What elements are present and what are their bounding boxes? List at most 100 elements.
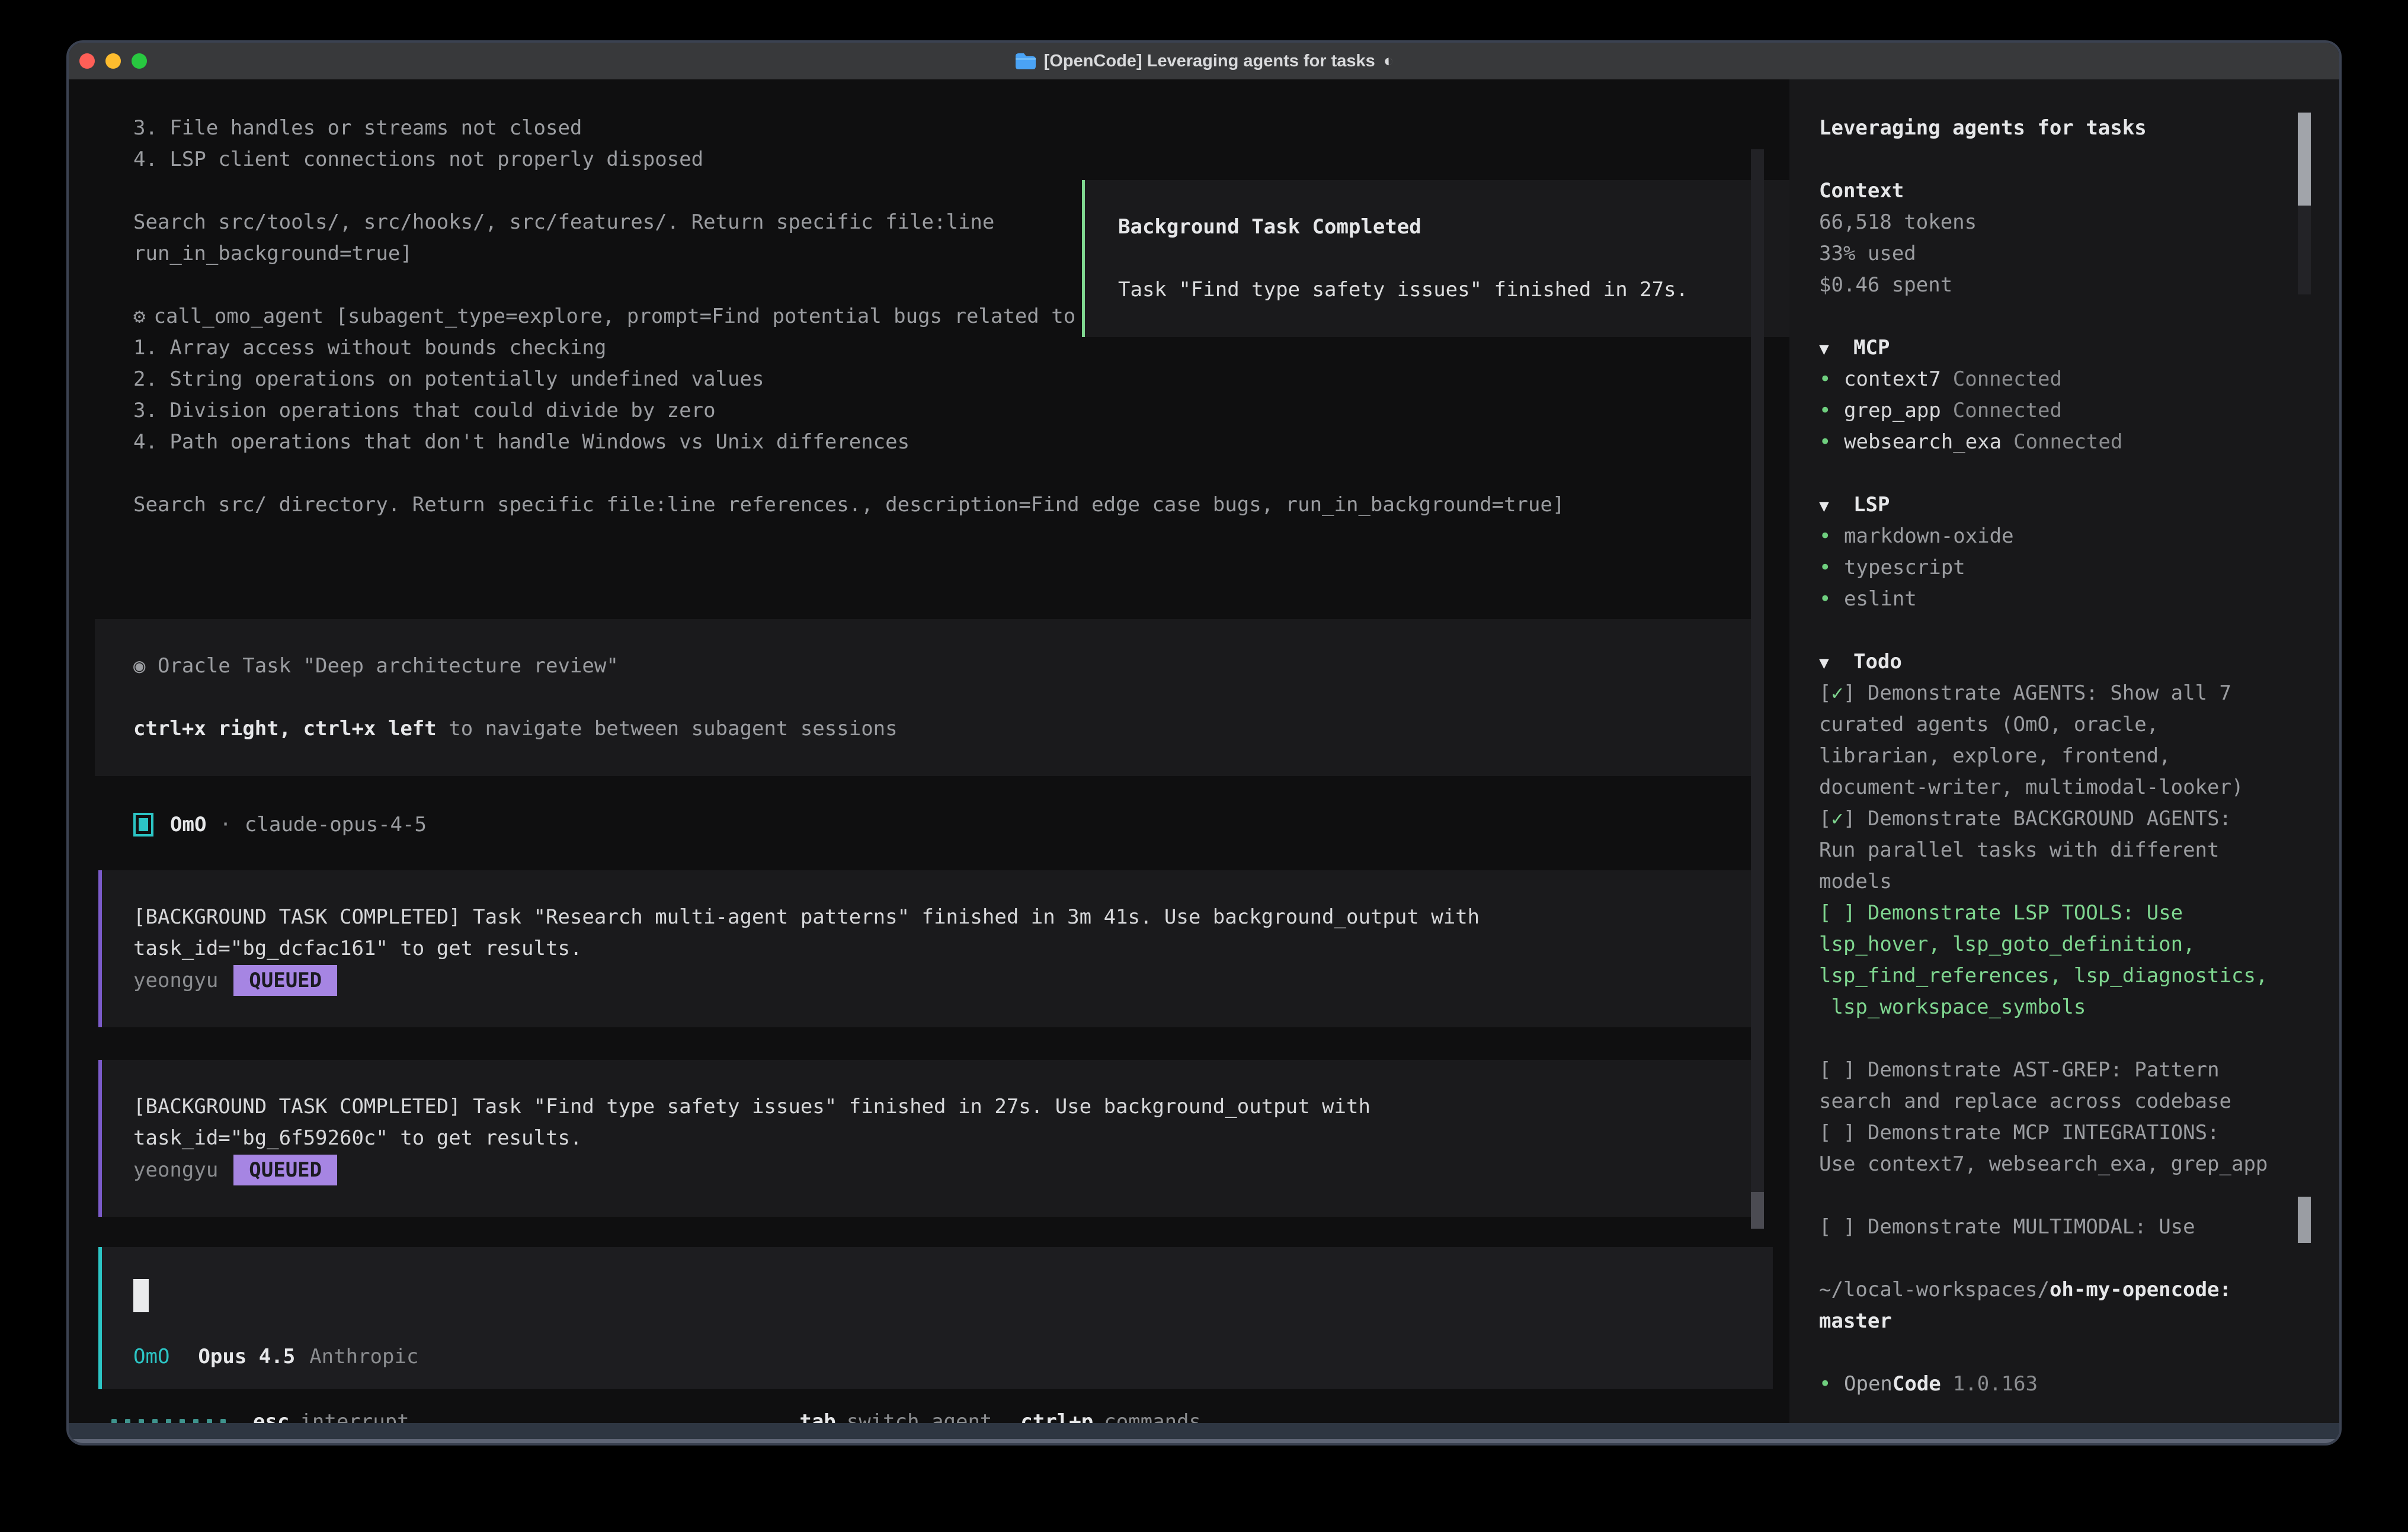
subagent-nav-hint: ctrl+x right, ctrl+x left to navigate be… bbox=[133, 713, 1751, 745]
chat-scrollbar-thumb[interactable] bbox=[1751, 1192, 1764, 1229]
chevron-down-icon: ▼ bbox=[1819, 647, 1853, 678]
todo-line: librarian, explore, frontend, bbox=[1819, 741, 2299, 772]
input-model: Opus 4.5 bbox=[198, 1345, 295, 1368]
task-result-line: [BACKGROUND TASK COMPLETED] Task "Find t… bbox=[133, 1091, 1751, 1123]
todo-line: [✓] Demonstrate BACKGROUND AGENTS: bbox=[1819, 803, 2299, 835]
status-dot-icon: • bbox=[1819, 521, 1844, 552]
queued-badge: QUEUED bbox=[233, 1155, 337, 1185]
chevron-down-icon: ▼ bbox=[1819, 490, 1853, 521]
todo-line-active: lsp_hover, lsp_goto_definition, bbox=[1819, 929, 2299, 960]
task-user: yeongyu bbox=[133, 1158, 218, 1182]
todo-line: models bbox=[1819, 866, 2299, 898]
mcp-item: •context7Connected bbox=[1819, 364, 2299, 395]
status-dot-icon: • bbox=[1819, 1368, 1844, 1400]
todo-line: search and replace across codebase bbox=[1819, 1086, 2299, 1117]
window-title-text: [OpenCode] Leveraging agents for tasks bbox=[1044, 52, 1375, 71]
status-dot-icon: • bbox=[1819, 364, 1844, 395]
opencode-version: •OpenCode1.0.163 bbox=[1819, 1368, 2299, 1400]
window-bottom-edge bbox=[69, 1423, 2339, 1443]
toast-title: Background Task Completed bbox=[1118, 211, 1822, 243]
scrollback-line: Search src/ directory. Return specific f… bbox=[133, 489, 1703, 521]
scrollback-line: 3. File handles or streams not closed bbox=[133, 113, 1703, 144]
traffic-lights bbox=[69, 53, 147, 69]
todo-line: Run parallel tasks with different bbox=[1819, 835, 2299, 866]
todo-line: [ ] Demonstrate AST-GREP: Pattern bbox=[1819, 1055, 2299, 1086]
queued-badge: QUEUED bbox=[233, 965, 337, 996]
text-cursor bbox=[133, 1279, 149, 1312]
context-tokens: 66,518 tokens bbox=[1819, 207, 2299, 238]
desktop: [OpenCode] Leveraging agents for tasks ◐… bbox=[0, 0, 2408, 1532]
task-result-line: [BACKGROUND TASK COMPLETED] Task "Resear… bbox=[133, 902, 1751, 933]
check-icon: ✓ bbox=[1831, 807, 1843, 831]
task-user: yeongyu bbox=[133, 969, 218, 992]
input-provider: Anthropic bbox=[309, 1345, 418, 1368]
lsp-item: •typescript bbox=[1819, 552, 2299, 584]
close-button[interactable] bbox=[79, 53, 95, 69]
input-agent: OmO bbox=[133, 1345, 169, 1368]
agent-model: claude-opus-4-5 bbox=[245, 813, 427, 836]
prompt-input[interactable]: OmO Opus 4.5 Anthropic bbox=[98, 1247, 1773, 1389]
task-result-line: task_id="bg_6f59260c" to get results. bbox=[133, 1123, 1751, 1154]
todo-line-active: lsp_find_references, lsp_diagnostics, bbox=[1819, 960, 2299, 992]
task-meta: yeongyu QUEUED bbox=[133, 964, 1751, 996]
agent-square-icon bbox=[133, 813, 153, 836]
input-meta: OmO Opus 4.5 Anthropic bbox=[133, 1341, 1773, 1372]
todo-line-active: lsp_workspace_symbols bbox=[1819, 992, 2299, 1023]
todo-line: [ ] Demonstrate MCP INTEGRATIONS: bbox=[1819, 1117, 2299, 1149]
chat-pane: 3. File handles or streams not closed 4.… bbox=[69, 79, 1789, 1423]
context-used: 33% used bbox=[1819, 238, 2299, 270]
todo-scrollbar-thumb[interactable] bbox=[2298, 1197, 2311, 1243]
sidebar-scrollbar-thumb[interactable] bbox=[2298, 113, 2311, 206]
todo-section-header[interactable]: ▼Todo bbox=[1819, 646, 2299, 678]
mcp-item: •websearch_exaConnected bbox=[1819, 427, 2299, 458]
session-title: Leveraging agents for tasks bbox=[1819, 113, 2299, 144]
folder-icon bbox=[1014, 52, 1036, 70]
todo-line: document-writer, multimodal-looker) bbox=[1819, 772, 2299, 803]
task-result-line: task_id="bg_dcfac161" to get results. bbox=[133, 933, 1751, 964]
sidebar: Leveraging agents for tasks Context 66,5… bbox=[1789, 79, 2339, 1423]
window-title: [OpenCode] Leveraging agents for tasks ◐ bbox=[69, 43, 2339, 79]
mcp-section-header[interactable]: ▼MCP bbox=[1819, 332, 2299, 364]
lsp-item: •eslint bbox=[1819, 584, 2299, 615]
todo-line: [ ] Demonstrate MULTIMODAL: Use bbox=[1819, 1212, 2299, 1243]
lsp-item: •markdown-oxide bbox=[1819, 521, 2299, 552]
sidebar-content: Leveraging agents for tasks Context 66,5… bbox=[1819, 113, 2299, 1400]
scrollback-line: 4. Path operations that don't handle Win… bbox=[133, 427, 1703, 458]
context-spent: $0.46 spent bbox=[1819, 270, 2299, 301]
check-icon: ✓ bbox=[1831, 681, 1843, 705]
task-meta: yeongyu QUEUED bbox=[133, 1154, 1751, 1185]
background-task-result: [BACKGROUND TASK COMPLETED] Task "Find t… bbox=[98, 1060, 1751, 1217]
oracle-task-title: ◉ Oracle Task "Deep architecture review" bbox=[133, 650, 1751, 682]
agent-header: OmO · claude-opus-4-5 bbox=[133, 809, 427, 840]
toast-body: Task "Find type safety issues" finished … bbox=[1118, 274, 1822, 306]
scrollback-line: 3. Division operations that could divide… bbox=[133, 395, 1703, 427]
todo-line: curated agents (OmO, oracle, bbox=[1819, 709, 2299, 741]
lsp-section-header[interactable]: ▼LSP bbox=[1819, 489, 2299, 521]
status-dot-icon: • bbox=[1819, 427, 1844, 458]
fisheye-icon: ◉ bbox=[133, 654, 145, 678]
background-task-result: [BACKGROUND TASK COMPLETED] Task "Resear… bbox=[98, 870, 1751, 1027]
minimize-button[interactable] bbox=[105, 53, 121, 69]
zoom-button[interactable] bbox=[132, 53, 147, 69]
chevron-down-icon: ▼ bbox=[1819, 333, 1853, 364]
todo-line: Use context7, websearch_exa, grep_app bbox=[1819, 1149, 2299, 1180]
todo-line-active: [ ] Demonstrate LSP TOOLS: Use bbox=[1819, 898, 2299, 929]
workspace-branch: master bbox=[1819, 1306, 2299, 1337]
terminal-window: [OpenCode] Leveraging agents for tasks ◐… bbox=[66, 40, 2342, 1446]
mcp-item: •grep_appConnected bbox=[1819, 395, 2299, 427]
scrollback-line: 2. String operations on potentially unde… bbox=[133, 364, 1703, 395]
sidebar-scrollbar-track[interactable] bbox=[2298, 206, 2311, 294]
titlebar: [OpenCode] Leveraging agents for tasks ◐ bbox=[69, 43, 2339, 79]
workspace-path: ~/local-workspaces/oh-my-opencode: bbox=[1819, 1274, 2299, 1306]
agent-name: OmO bbox=[170, 813, 206, 836]
status-dot-icon: • bbox=[1819, 552, 1844, 584]
context-heading: Context bbox=[1819, 175, 2299, 207]
todo-line: [✓] Demonstrate AGENTS: Show all 7 bbox=[1819, 678, 2299, 709]
background-task-toast: Background Task Completed Task "Find typ… bbox=[1082, 180, 1825, 337]
scrollback-line: 4. LSP client connections not properly d… bbox=[133, 144, 1703, 175]
separator-dot: · bbox=[219, 813, 231, 836]
session-state-icon: ◐ bbox=[1384, 52, 1394, 71]
gear-icon: ⚙ bbox=[133, 305, 145, 328]
chat-scrollbar[interactable] bbox=[1751, 149, 1764, 1229]
status-dot-icon: • bbox=[1819, 584, 1844, 615]
